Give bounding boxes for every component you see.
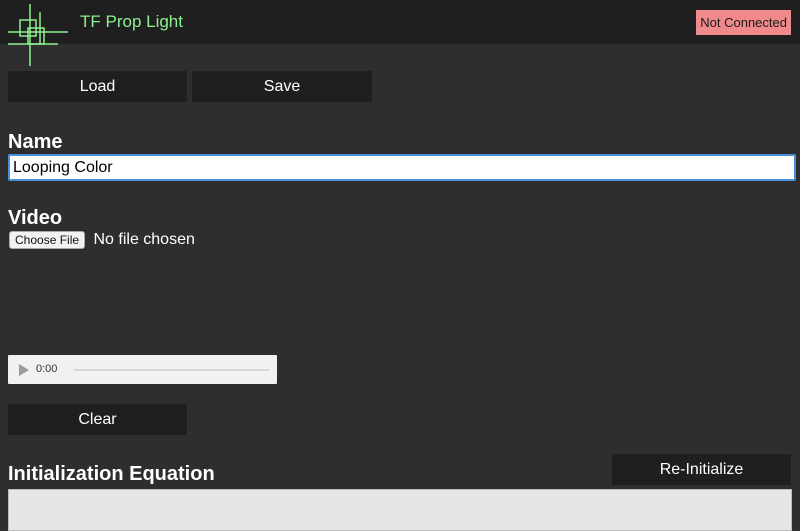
file-status-text: No file chosen [93,231,195,248]
name-heading: Name [8,131,63,153]
initialization-equation-editor[interactable] [8,489,792,531]
crosshair-squares-logo-icon [8,4,68,66]
video-heading: Video [8,207,63,229]
app-title: TF Prop Light [80,12,183,31]
video-file-picker: Choose File No file chosen [9,231,195,249]
audio-seek-bar[interactable] [74,369,269,371]
name-input[interactable] [8,154,796,181]
play-icon[interactable] [19,364,29,376]
top-bar: TF Prop Light Not Connected [0,0,800,66]
load-button[interactable]: Load [8,71,187,102]
audio-player: 0:00 [8,355,277,384]
save-button[interactable]: Save [192,71,372,102]
clear-button[interactable]: Clear [8,404,187,435]
audio-time: 0:00 [36,363,58,375]
choose-file-button[interactable]: Choose File [9,231,86,249]
initialization-equation-heading: Initialization Equation [8,463,215,485]
connection-status-badge: Not Connected [696,10,791,35]
reinitialize-button[interactable]: Re-Initialize [612,454,791,485]
